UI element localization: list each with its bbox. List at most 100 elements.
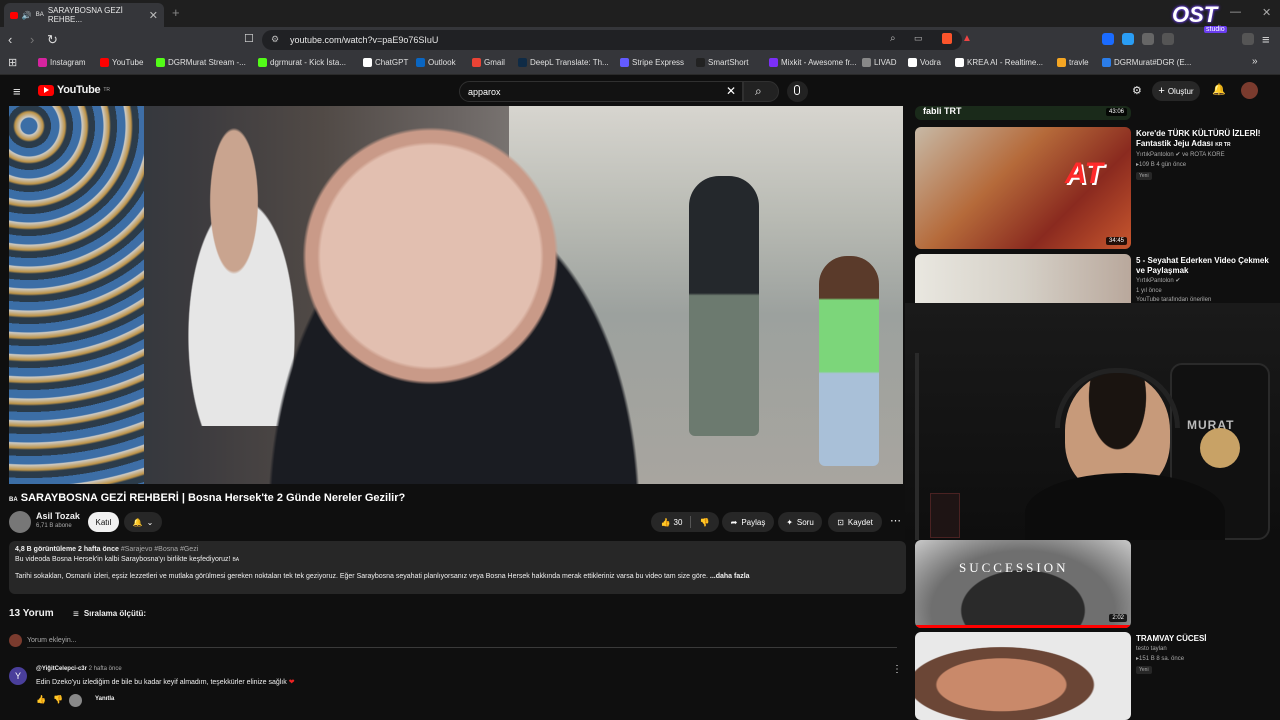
bookmark-item[interactable]: DGRMurat Stream -... — [156, 58, 246, 67]
bookmark-item[interactable]: DGRMurat#DGR (E... — [1102, 58, 1191, 67]
cast-icon[interactable]: ▭ — [914, 33, 923, 44]
brand-text: OST — [1172, 2, 1218, 27]
bookmark-item[interactable]: Stripe Express — [620, 58, 684, 67]
bookmark-item[interactable]: Instagram — [38, 58, 86, 67]
add-comment-input[interactable]: Yorum ekleyin... — [27, 637, 77, 644]
bookmark-favicon-icon — [1057, 58, 1066, 67]
puzzle-icon[interactable] — [1142, 33, 1154, 45]
bookmark-item[interactable]: DeepL Translate: Th... — [518, 58, 609, 67]
close-window-icon[interactable]: ✕ — [1262, 6, 1271, 19]
apps-grid-icon[interactable]: ⊞ — [8, 56, 17, 69]
show-more-link[interactable]: ...daha fazla — [710, 573, 750, 580]
bookmark-item[interactable]: Vodra — [908, 58, 941, 67]
forward-icon[interactable]: › — [30, 32, 34, 47]
sidebar-thumbnail[interactable]: AT 34:45 — [915, 127, 1131, 249]
comment-options-icon[interactable]: ⋮ — [892, 664, 902, 675]
bookmark-icon[interactable]: ☐ — [244, 32, 254, 45]
video-player[interactable] — [9, 106, 903, 484]
join-button[interactable]: Katıl — [88, 512, 119, 532]
search-button[interactable]: ⌕ — [743, 81, 779, 102]
sidebar-video-title[interactable]: 5 - Seyahat Ederken Video Çekmek ve Payl… — [1136, 256, 1276, 276]
comment-time[interactable]: 2 hafta önce — [89, 666, 122, 672]
create-button[interactable]: + Oluştur — [1152, 81, 1200, 101]
hamburger-menu-icon[interactable]: ≡ — [13, 84, 21, 99]
like-button[interactable]: 👍 30 — [661, 518, 683, 527]
subscription-bell-button[interactable]: 🔔 ⌄ — [124, 512, 162, 532]
new-tab-icon[interactable]: + — [172, 5, 180, 20]
share-label: Paylaş — [741, 517, 766, 527]
bookmark-item[interactable]: Gmail — [472, 58, 505, 67]
search-input[interactable]: apparox ✕ — [459, 81, 743, 102]
sidebar-video-title[interactable]: TRAMVAY CÜCESİ — [1136, 634, 1276, 644]
voice-search-button[interactable] — [787, 81, 808, 102]
bookmark-favicon-icon — [696, 58, 705, 67]
sidebar-recommendation: YouTube tarafından önerilen — [1136, 297, 1212, 303]
address-bar[interactable]: ⚙ youtube.com/watch?v=paE9o76SIuU ⌕ ▭ ▲ — [262, 30, 972, 50]
bookmark-item[interactable]: YouTube — [100, 58, 143, 67]
channel-avatar[interactable] — [9, 511, 31, 533]
menu-icon[interactable]: ≡ — [1262, 32, 1270, 47]
hashtags[interactable]: #Sarajevo #Bosna #Gezi — [121, 546, 198, 553]
youtube-logo[interactable]: YouTube TR — [38, 84, 110, 96]
sidebar-video-title[interactable]: Kore'de TÜRK KÜLTÜRÜ İZLERİ! Fantastik J… — [1136, 129, 1276, 150]
thumb-text: fabli TRT — [923, 106, 962, 116]
video-title: BA SARAYBOSNA GEZİ REHBERİ | Bosna Herse… — [9, 492, 405, 504]
bookmark-favicon-icon — [769, 58, 778, 67]
more-bookmarks-icon[interactable]: » — [1252, 56, 1258, 67]
sidebar-channel[interactable]: testo taylan — [1136, 645, 1276, 654]
zoom-icon[interactable]: ⌕ — [890, 33, 896, 44]
bookmark-favicon-icon — [862, 58, 871, 67]
minimize-icon[interactable]: — — [1230, 6, 1241, 18]
ask-button[interactable]: ✦ Soru — [778, 512, 822, 532]
user-avatar — [9, 634, 22, 647]
bookmark-item[interactable]: travle — [1057, 58, 1089, 67]
views-date: 4,8 B görüntüleme 2 hafta önce — [15, 546, 119, 553]
brave-shield-icon[interactable] — [942, 33, 952, 44]
bookmark-label: DGRMurat#DGR (E... — [1114, 58, 1192, 67]
brave-rewards-icon[interactable]: ▲ — [962, 33, 972, 44]
more-actions-icon[interactable]: ⋯ — [890, 514, 901, 527]
browser-tab[interactable]: 🔊 BA SARAYBOSNA GEZİ REHBE... ✕ — [4, 3, 164, 27]
search-value: apparox — [468, 87, 501, 97]
comment-like-icon[interactable]: 👍 — [36, 695, 46, 704]
bookmark-item[interactable]: LIVAD — [862, 58, 897, 67]
cast-toggle-icon[interactable]: ⚙ — [1132, 84, 1142, 97]
browser-tab-bar: 🔊 BA SARAYBOSNA GEZİ REHBE... ✕ + — ✕ — [0, 0, 1280, 27]
extension-icon[interactable] — [1102, 33, 1114, 45]
comment-avatar[interactable]: Y — [9, 667, 27, 685]
bookmark-item[interactable]: KREA AI - Realtime... — [955, 58, 1043, 67]
account-avatar[interactable] — [1241, 82, 1258, 99]
sort-button[interactable]: ≡ Sıralama ölçütü: — [73, 609, 146, 620]
bookmark-label: dgrmurat - Kick İsta... — [270, 58, 347, 67]
comment-author[interactable]: @YiğitCelepci-c3r — [36, 666, 87, 672]
thumbs-down-icon[interactable]: 👎 — [699, 518, 709, 527]
bookmark-item[interactable]: ChatGPT — [363, 58, 408, 67]
bookmark-item[interactable]: Outlook — [416, 58, 456, 67]
bookmark-item[interactable]: SmartShort — [696, 58, 748, 67]
vpn-icon[interactable] — [1242, 33, 1254, 45]
description-box[interactable]: 4,8 B görüntüleme 2 hafta önce #Sarajevo… — [9, 541, 906, 594]
reply-button[interactable]: Yanıtla — [95, 696, 114, 702]
comment-dislike-icon[interactable]: 👎 — [53, 695, 63, 704]
sidebar-channel[interactable]: YırtıkPantolon ✔ — [1136, 277, 1276, 286]
reload-icon[interactable]: ↻ — [47, 32, 58, 48]
bookmark-label: ChatGPT — [375, 58, 409, 67]
audio-icon[interactable]: 🔊 — [22, 11, 32, 20]
sidebar-thumbnail[interactable]: SUCCESSION 2:02 — [915, 540, 1131, 628]
sidebar-thumbnail[interactable] — [915, 254, 1131, 303]
clear-search-icon[interactable]: ✕ — [726, 84, 736, 98]
site-info-icon[interactable]: ⚙ — [271, 34, 279, 45]
notifications-bell-icon[interactable]: 🔔 — [1212, 83, 1226, 96]
comment-count: 13 Yorum — [9, 608, 54, 619]
bookmark-item[interactable]: dgrmurat - Kick İsta... — [258, 58, 346, 67]
save-button[interactable]: ⊡ Kaydet — [828, 512, 882, 532]
back-icon[interactable]: ‹ — [8, 32, 12, 47]
sidebar-channel[interactable]: YırtıkPantolon ✔ ve ROTA KORE — [1136, 151, 1276, 160]
extension-icon[interactable] — [1122, 33, 1134, 45]
sidebar-thumbnail[interactable] — [915, 632, 1131, 720]
sidebar-thumbnail-top[interactable]: fabli TRT 43:06 — [915, 106, 1131, 120]
close-tab-icon[interactable]: ✕ — [149, 9, 158, 22]
share-button[interactable]: ➦ Paylaş — [722, 512, 774, 532]
channel-name[interactable]: Asil Tozak — [36, 511, 80, 521]
bookmark-item[interactable]: Mixkit - Awesome fr... — [769, 58, 856, 67]
